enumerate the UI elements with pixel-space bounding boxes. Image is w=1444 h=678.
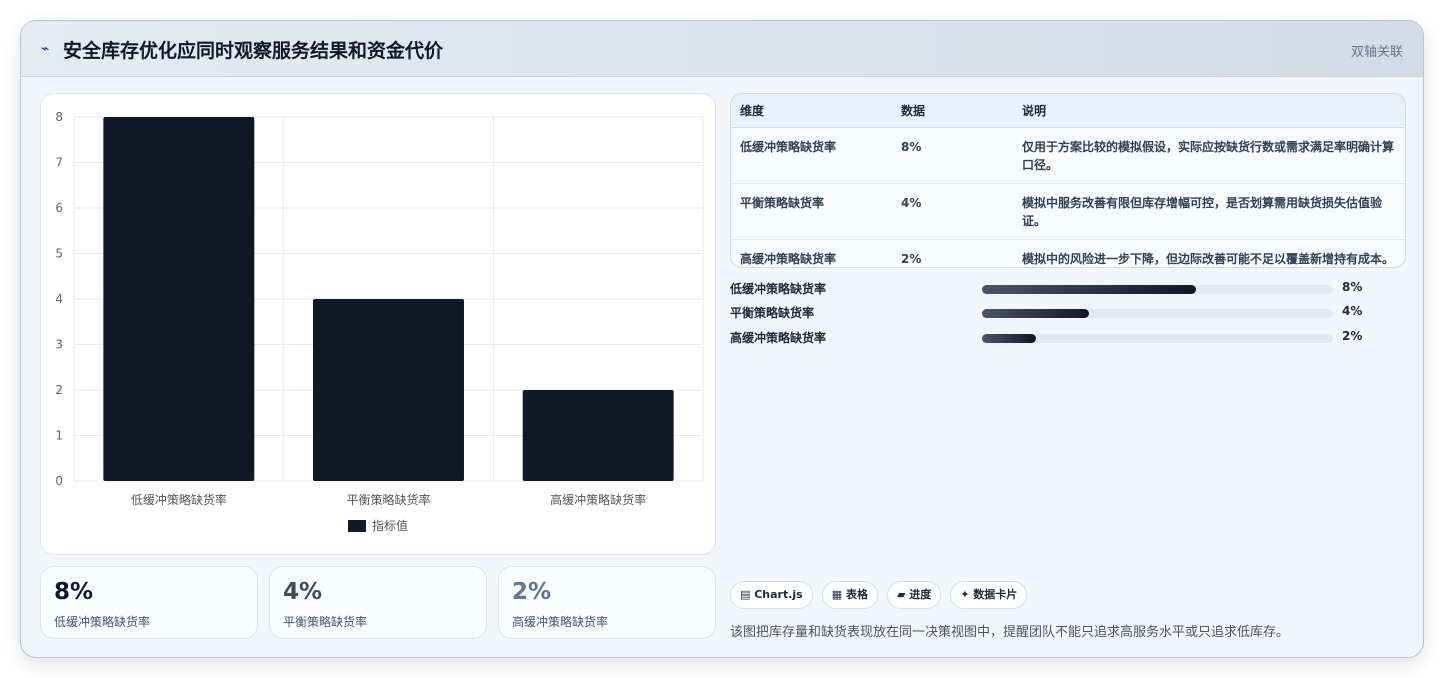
bar [103, 117, 255, 481]
bar [522, 390, 674, 481]
progress-label: 低缓冲策略缺货率 [730, 282, 827, 296]
footnote: 该图把库存量和缺货表现放在同一决策视图中，提醒团队不能只追求高服务水平或只追求低… [730, 625, 1290, 640]
page-title: 安全库存优化应同时观察服务结果和资金代价 [63, 40, 444, 62]
dashboard-card: ⌁ 安全库存优化应同时观察服务结果和资金代价 双轴关联 0 1 2 3 4 5 6 7 8 低缓冲… [20, 20, 1424, 658]
table-cell: 低缓冲策略缺货率 [731, 127, 892, 184]
progress-row: 平衡策略缺货率 4% [730, 304, 1370, 322]
bar [313, 299, 464, 481]
table-cell: 仅用于方案比较的模拟假设，实际应按缺货行数或需求满足率明确计算口径。 [1013, 127, 1405, 184]
y-tick-label: 7 [55, 156, 63, 170]
bar-chart-panel: 0 1 2 3 4 5 6 7 8 低缓冲策略缺货率 平衡策略缺货率 高缓冲策略缺货率指标值 [40, 93, 716, 555]
stat-value: 4% [283, 579, 323, 605]
progress-row: 高缓冲策略缺货率 2% [730, 329, 1370, 347]
progress-value: 4% [1342, 304, 1363, 318]
tag-progress[interactable]: ▰ 进度 [886, 581, 942, 609]
stat-card-low-buffer: 8% 低缓冲策略缺货率 [40, 566, 258, 639]
x-tick-label: 高缓冲策略缺货率 [550, 492, 646, 507]
table-row: 高缓冲策略缺货率 2% 模拟中的风险进一步下降，但边际改善可能不足以覆盖新增持有… [731, 239, 1405, 267]
data-table: 维度 数据 说明 低缓冲策略缺货率 8% 仅用于方案比较的模拟假设，实际应按缺货… [730, 93, 1406, 268]
dual-axis-link[interactable]: 双轴关联 [1351, 41, 1403, 60]
table-header-row: 维度 数据 说明 [731, 94, 1405, 128]
tag-chartjs[interactable]: ▤ Chart.js [730, 581, 813, 609]
x-tick-label: 低缓冲策略缺货率 [131, 492, 227, 507]
stat-value: 2% [512, 579, 552, 605]
y-tick-label: 8 [55, 110, 63, 124]
stat-card-balanced: 4% 平衡策略缺货率 [269, 566, 487, 639]
progress-track [982, 334, 1333, 343]
stat-label: 平衡策略缺货率 [283, 615, 368, 629]
column-header: 维度 [731, 94, 892, 128]
table-cell: 高缓冲策略缺货率 [740, 251, 837, 266]
x-tick-label: 平衡策略缺货率 [346, 492, 430, 507]
progress-fill [982, 334, 1037, 343]
y-tick-label: 1 [55, 429, 63, 443]
table-cell: 8% [892, 127, 1013, 184]
progress-row: 低缓冲策略缺货率 8% [730, 280, 1370, 298]
stat-label: 高缓冲策略缺货率 [512, 615, 609, 629]
progress-track [982, 285, 1333, 294]
stat-label: 低缓冲策略缺货率 [54, 615, 151, 629]
table-row: 平衡策略缺货率 4% 模拟中服务改善有限但库存增幅可控，是否划算需用缺货损失估值… [731, 183, 1405, 240]
stat-value: 8% [54, 579, 94, 605]
column-header: 数据 [892, 94, 1013, 128]
progress-value: 8% [1342, 280, 1363, 294]
column-header: 说明 [1013, 94, 1405, 128]
y-tick-label: 3 [55, 338, 63, 352]
progress-value: 2% [1342, 329, 1363, 343]
stat-card-high-buffer: 2% 高缓冲策略缺货率 [498, 566, 716, 639]
progress-track [982, 309, 1333, 318]
table-cell: 模拟中服务改善有限但库存增幅可控，是否划算需用缺货损失估值验证。 [1013, 183, 1405, 240]
table-cell: 平衡策略缺货率 [731, 183, 892, 240]
table-row: 低缓冲策略缺货率 8% 仅用于方案比较的模拟假设，实际应按缺货行数或需求满足率明… [731, 127, 1405, 184]
bar-chart: 0 1 2 3 4 5 6 7 8 低缓冲策略缺货率 平衡策略缺货率 高缓冲策略缺货率指标值 [55, 110, 704, 533]
tag-data-cards[interactable]: ✦ 数据卡片 [950, 581, 1028, 609]
y-tick-label: 4 [55, 292, 63, 306]
y-tick-label: 6 [55, 201, 63, 215]
y-tick-label: 2 [55, 383, 63, 397]
tag-table[interactable]: ▦ 表格 [821, 581, 878, 609]
legend-label: 指标值 [372, 518, 408, 533]
progress-fill [982, 285, 1197, 294]
table-cell: 4% [892, 183, 1013, 240]
card-header: ⌁ 安全库存优化应同时观察服务结果和资金代价 双轴关联 [21, 21, 1423, 77]
table-cell: 模拟中的风险进一步下降，但边际改善可能不足以覆盖新增持有成本。 [1022, 251, 1395, 266]
table-cell: 2% [901, 251, 922, 266]
legend-swatch [348, 520, 366, 532]
progress-label: 高缓冲策略缺货率 [730, 331, 827, 345]
progress-label: 平衡策略缺货率 [730, 306, 815, 320]
y-tick-label: 0 [55, 474, 63, 488]
y-tick-label: 5 [55, 247, 63, 261]
progress-fill [982, 309, 1090, 318]
tag-list: ▤ Chart.js ▦ 表格 ▰ 进度 ✦ 数据卡片 [730, 581, 1028, 609]
chart-line-icon: ⌁ [41, 41, 50, 57]
